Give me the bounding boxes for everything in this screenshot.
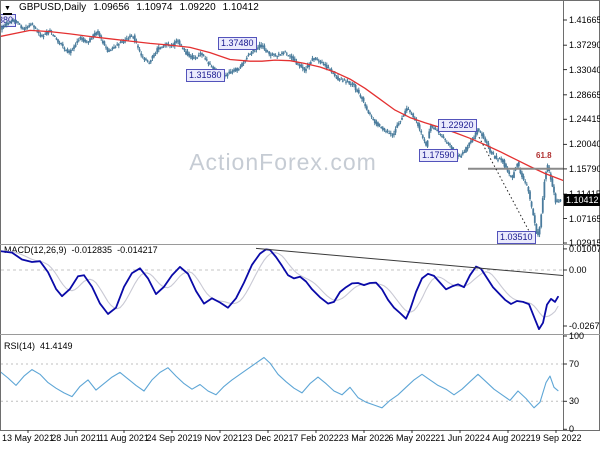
chart-canvas[interactable] bbox=[0, 0, 600, 450]
forex-chart-window: ActionForex.com MACD(12,26,9) -0.012835 … bbox=[0, 0, 600, 450]
chart-title-bar: ▼ GBPUSD,Daily 1.09656 1.10974 1.09220 1… bbox=[3, 2, 259, 15]
low-value: 1.09220 bbox=[179, 2, 216, 13]
open-value: 1.09656 bbox=[93, 2, 130, 13]
symbol-label: GBPUSD,Daily bbox=[18, 2, 87, 13]
high-value: 1.10974 bbox=[136, 2, 173, 13]
close-value: 1.10412 bbox=[222, 2, 259, 13]
symbol-dropdown-icon[interactable]: ▼ bbox=[3, 5, 12, 15]
